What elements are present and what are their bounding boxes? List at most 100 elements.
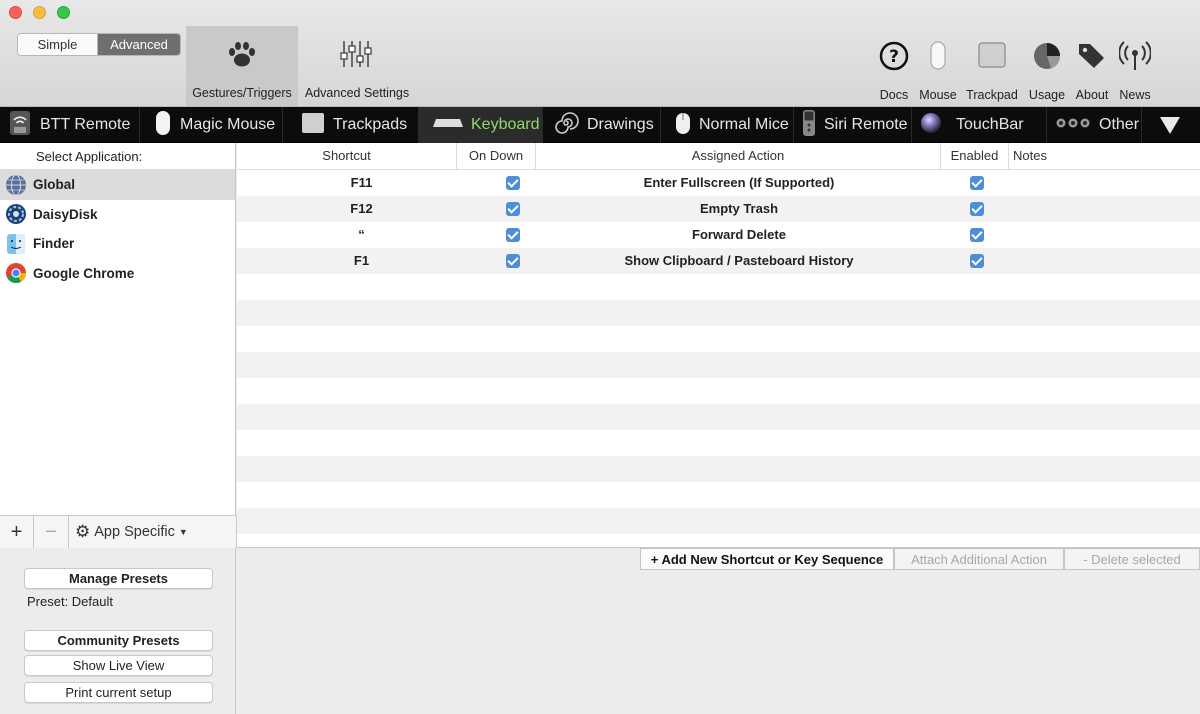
svg-text:?: ? bbox=[889, 47, 899, 67]
simple-mode-button[interactable]: Simple bbox=[18, 34, 98, 55]
current-preset-label: Preset: Default bbox=[27, 594, 113, 609]
table-row[interactable]: F1 Show Clipboard / Pasteboard History bbox=[237, 248, 1200, 274]
enabled-checkbox[interactable] bbox=[970, 175, 984, 190]
shortcut-cell: F1 bbox=[353, 253, 370, 268]
shortcuts-table: Shortcut On Down Assigned Action Enabled… bbox=[237, 143, 1200, 547]
tab-touchbar[interactable]: TouchBar bbox=[912, 107, 1047, 143]
add-app-button[interactable]: + bbox=[0, 516, 34, 548]
keyboard-icon bbox=[433, 116, 463, 134]
delete-selected-button[interactable]: - Delete selected bbox=[1064, 548, 1200, 570]
column-assigned-action[interactable]: Assigned Action bbox=[536, 143, 941, 170]
column-on-down[interactable]: On Down bbox=[457, 143, 536, 170]
action-cell: Empty Trash bbox=[699, 201, 779, 216]
application-list-header: Select Application: bbox=[0, 143, 235, 170]
presets-panel: Manage Presets Preset: Default Community… bbox=[0, 548, 236, 714]
column-enabled[interactable]: Enabled bbox=[941, 143, 1009, 170]
chevron-down-icon: ▼ bbox=[178, 527, 188, 537]
table-row[interactable]: “ Forward Delete bbox=[237, 222, 1200, 248]
device-overflow-menu[interactable] bbox=[1140, 107, 1200, 143]
app-specific-label: App Specific bbox=[94, 524, 175, 540]
notes-cell[interactable] bbox=[997, 196, 1187, 222]
device-tab-bar: BTT Remote Magic Mouse Trackpads Keyboar… bbox=[0, 107, 1200, 143]
tags-icon bbox=[1079, 44, 1104, 68]
show-live-view-button[interactable]: Show Live View bbox=[24, 655, 213, 676]
advanced-mode-button[interactable]: Advanced bbox=[98, 34, 180, 55]
pie-chart-icon bbox=[1034, 43, 1060, 69]
manage-presets-button[interactable]: Manage Presets bbox=[24, 568, 213, 589]
device-label: Keyboard bbox=[471, 116, 540, 133]
app-item-global[interactable]: Global bbox=[0, 170, 235, 200]
enabled-checkbox[interactable] bbox=[970, 201, 984, 216]
on-down-checkbox[interactable] bbox=[505, 227, 520, 242]
tab-normal-mice[interactable]: Normal Mice bbox=[661, 107, 794, 143]
column-notes[interactable]: Notes bbox=[1009, 143, 1200, 170]
notes-cell[interactable] bbox=[997, 222, 1187, 248]
paw-icon bbox=[229, 42, 255, 67]
shortcut-cell: “ bbox=[358, 227, 365, 242]
zoom-window-button[interactable] bbox=[57, 6, 70, 19]
on-down-checkbox[interactable] bbox=[505, 253, 520, 268]
action-cell: Show Clipboard / Pasteboard History bbox=[624, 253, 854, 268]
enabled-checkbox[interactable] bbox=[970, 227, 984, 242]
app-item-google-chrome[interactable]: Google Chrome bbox=[0, 259, 235, 289]
shortcut-cell: F12 bbox=[350, 201, 373, 216]
tab-siri-remote[interactable]: Siri Remote bbox=[794, 107, 912, 143]
attach-action-button[interactable]: Attach Additional Action bbox=[894, 548, 1064, 570]
shortcut-cell: F11 bbox=[350, 175, 373, 190]
remove-app-button[interactable]: − bbox=[34, 516, 69, 548]
tab-label: Advanced Settings bbox=[304, 86, 410, 100]
globe-icon bbox=[5, 174, 27, 196]
antenna-icon bbox=[1119, 41, 1151, 70]
app-item-daisydisk[interactable]: DaisyDisk bbox=[0, 200, 235, 230]
tab-keyboard[interactable]: Keyboard bbox=[419, 107, 543, 143]
siri-remote-icon bbox=[802, 109, 816, 142]
device-label: Normal Mice bbox=[699, 116, 789, 133]
on-down-checkbox[interactable] bbox=[505, 175, 520, 190]
tab-gestures-triggers[interactable]: Gestures/Triggers bbox=[186, 26, 298, 106]
add-shortcut-button[interactable]: + Add New Shortcut or Key Sequence bbox=[640, 548, 894, 570]
minimize-window-button[interactable] bbox=[33, 6, 46, 19]
window-toolbar: Simple Advanced Gestures/Triggers Advanc… bbox=[0, 0, 1200, 107]
app-item-finder[interactable]: Finder bbox=[0, 229, 235, 259]
application-list: Select Application: Global DaisyDisk Fin… bbox=[0, 143, 236, 547]
enabled-checkbox[interactable] bbox=[970, 253, 984, 268]
on-down-checkbox[interactable] bbox=[505, 201, 520, 216]
app-label: Finder bbox=[33, 236, 75, 252]
news-button[interactable]: News bbox=[1107, 40, 1163, 102]
table-row[interactable]: F11 Enter Fullscreen (If Supported) bbox=[237, 170, 1200, 196]
remote-icon bbox=[8, 110, 32, 141]
chrome-icon bbox=[5, 262, 27, 284]
community-presets-button[interactable]: Community Presets bbox=[24, 630, 213, 651]
device-label: Drawings bbox=[587, 116, 654, 133]
app-label: Global bbox=[33, 177, 76, 193]
finder-icon bbox=[5, 233, 27, 255]
mode-segmented-control: Simple Advanced bbox=[17, 33, 181, 56]
tab-other[interactable]: Other bbox=[1047, 107, 1142, 143]
help-icon: ? bbox=[879, 41, 909, 71]
print-setup-button[interactable]: Print current setup bbox=[24, 682, 213, 703]
tab-drawings[interactable]: Drawings bbox=[543, 107, 661, 143]
table-row[interactable]: F12 Empty Trash bbox=[237, 196, 1200, 222]
table-footer-area bbox=[237, 547, 1200, 714]
tab-trackpads[interactable]: Trackpads bbox=[283, 107, 419, 143]
gear-icon: ⚙ bbox=[75, 522, 91, 541]
application-list-footer: + − ⚙ App Specific ▼ bbox=[0, 515, 237, 548]
tab-label: Gestures/Triggers bbox=[192, 86, 292, 100]
device-label: Trackpads bbox=[333, 116, 408, 133]
spiral-icon bbox=[553, 110, 579, 141]
notes-cell[interactable] bbox=[997, 248, 1187, 274]
app-specific-dropdown[interactable]: ⚙ App Specific ▼ bbox=[69, 516, 236, 548]
mouse-icon bbox=[930, 41, 946, 70]
action-cell: Enter Fullscreen (If Supported) bbox=[643, 175, 835, 190]
notes-cell[interactable] bbox=[997, 170, 1187, 196]
news-label: News bbox=[1119, 88, 1151, 102]
tab-btt-remote[interactable]: BTT Remote bbox=[0, 107, 140, 143]
app-label: DaisyDisk bbox=[33, 206, 98, 222]
column-shortcut[interactable]: Shortcut bbox=[237, 143, 457, 170]
daisydisk-icon bbox=[5, 203, 27, 225]
device-label: Magic Mouse bbox=[180, 116, 276, 133]
tab-advanced-settings[interactable]: Advanced Settings bbox=[300, 26, 414, 106]
tab-magic-mouse[interactable]: Magic Mouse bbox=[140, 107, 283, 143]
magic-mouse-icon bbox=[154, 110, 172, 141]
close-window-button[interactable] bbox=[9, 6, 22, 19]
